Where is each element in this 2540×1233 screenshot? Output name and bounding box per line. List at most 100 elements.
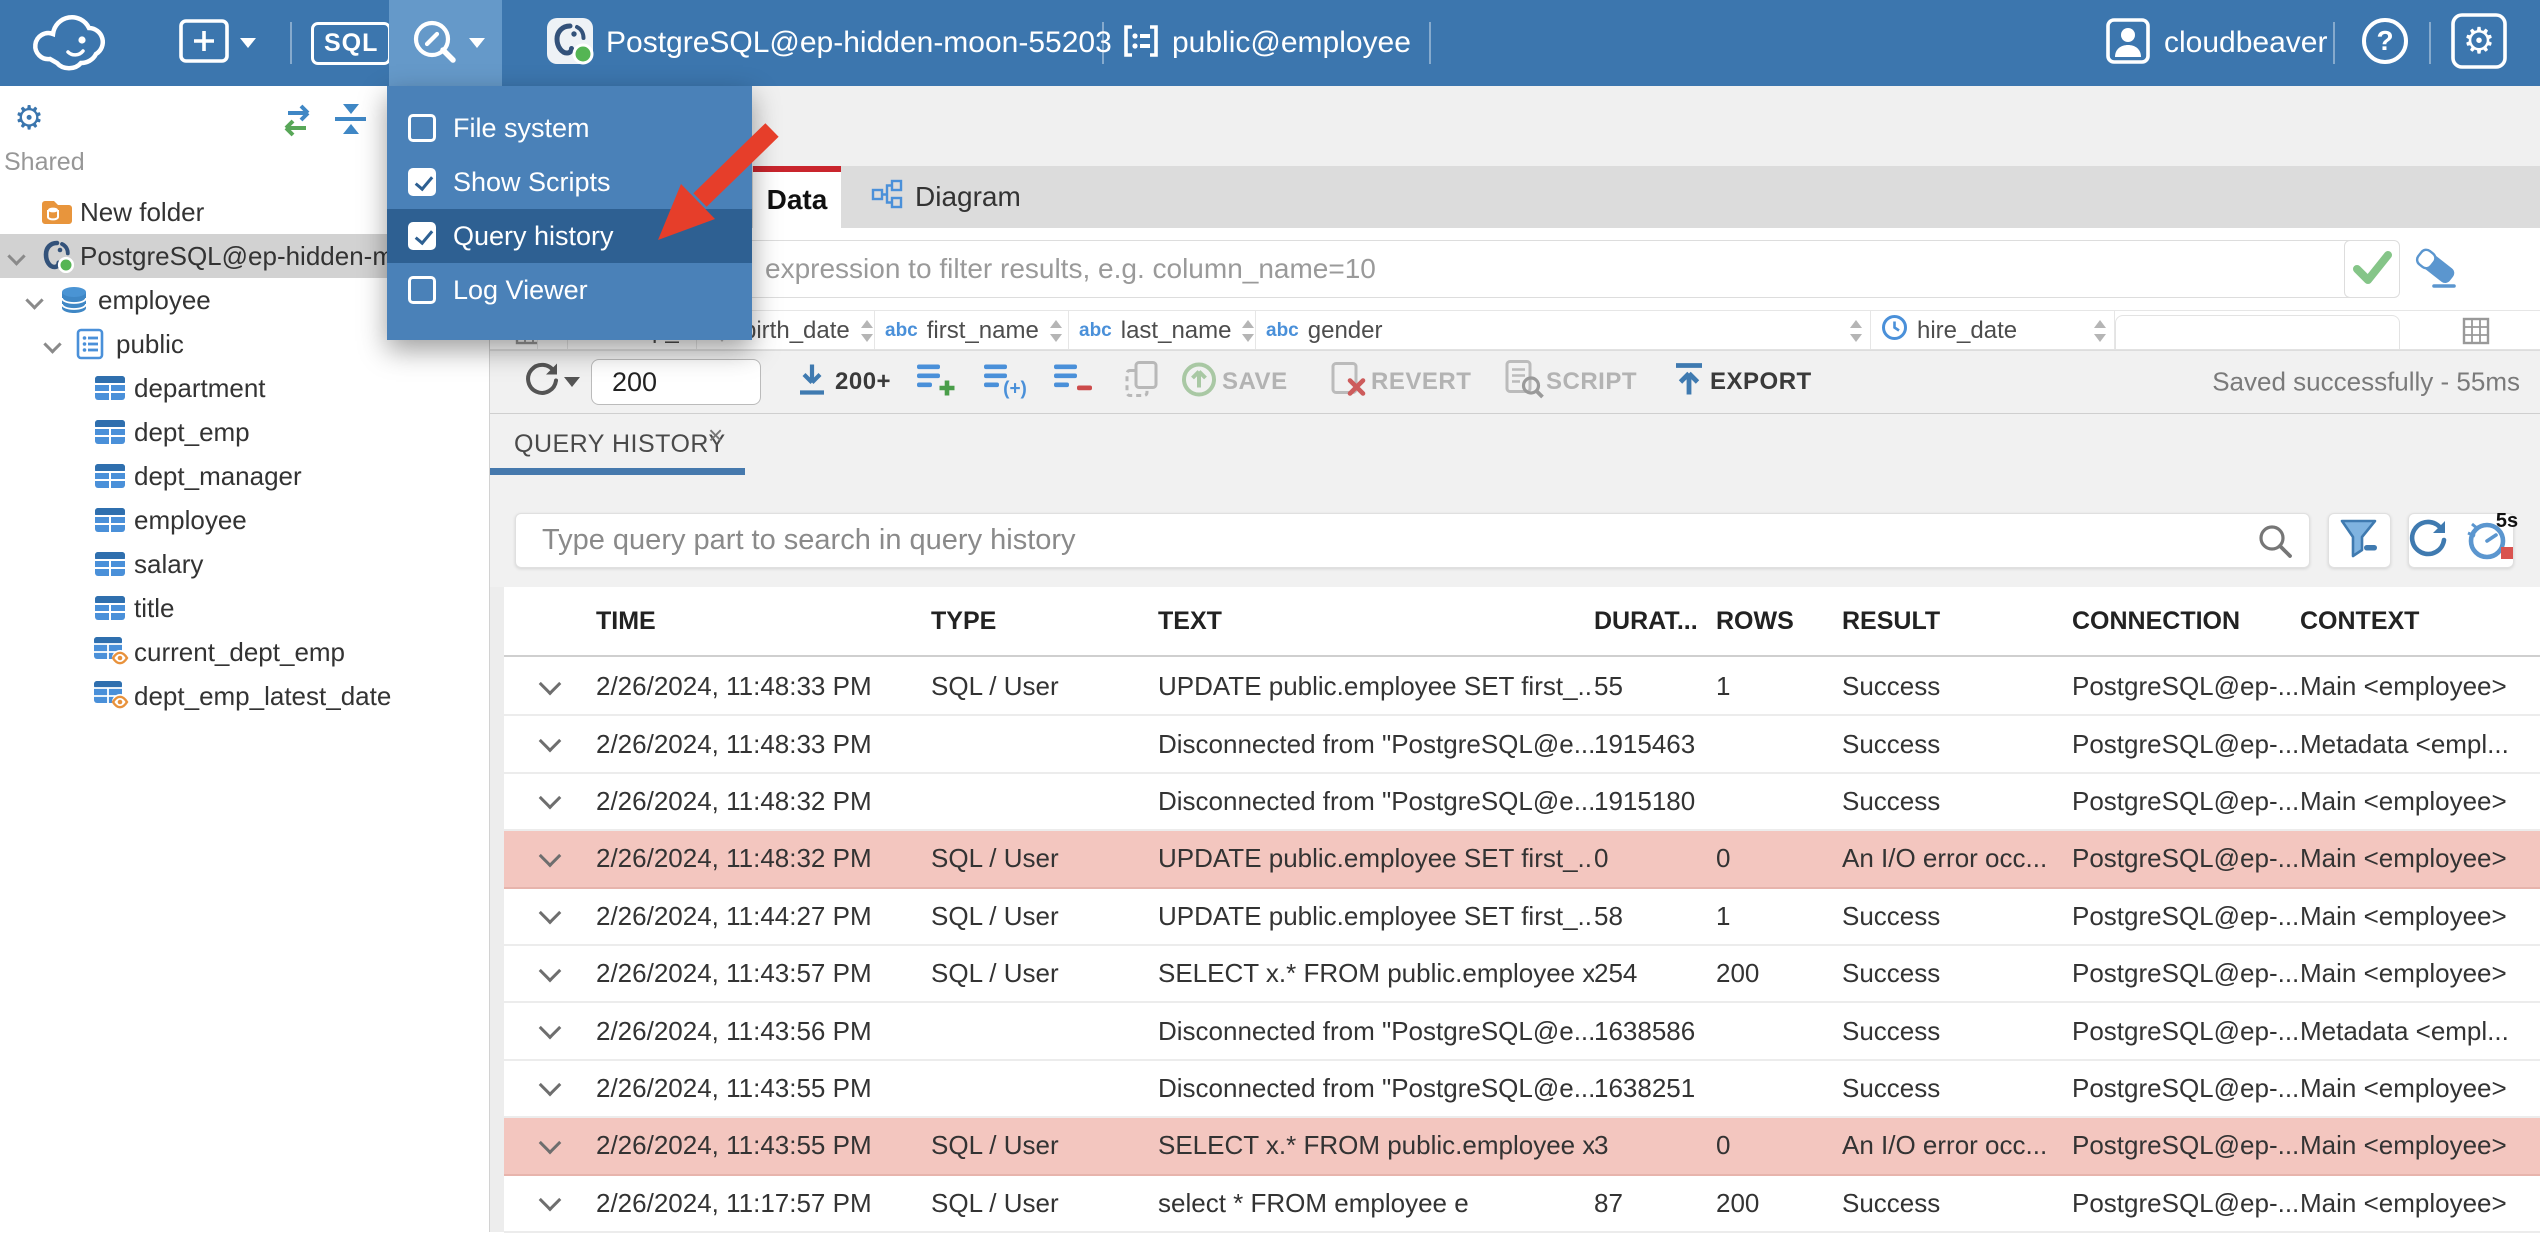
fetch-more-button[interactable] [794, 362, 830, 403]
database-icon [58, 284, 90, 316]
row-limit-input[interactable] [591, 359, 761, 405]
query-history-row[interactable]: 2/26/2024, 11:43:56 PMDisconnected from … [504, 1003, 2540, 1060]
sidebar-settings-button[interactable]: ⚙ [10, 98, 48, 141]
query-history-row[interactable]: 2/26/2024, 11:48:32 PMSQL / UserUPDATE p… [504, 831, 2540, 888]
sidebar-sync-button[interactable] [276, 102, 318, 143]
script-button[interactable] [1503, 359, 1545, 406]
column-header-rows[interactable]: ROWS [1716, 607, 1842, 636]
row-expander-chevron-icon[interactable] [504, 969, 596, 979]
tree-item-label: public [116, 329, 184, 360]
row-expander-chevron-icon[interactable] [504, 739, 596, 749]
query-history-row[interactable]: 2/26/2024, 11:43:55 PMSQL / UserSELECT x… [504, 1118, 2540, 1175]
checkbox-icon[interactable] [408, 114, 436, 142]
sort-icon[interactable] [2092, 317, 2108, 345]
connection-selector[interactable]: PostgreSQL@ep-hidden-moon-55203 [606, 0, 1112, 86]
export-button[interactable] [1671, 361, 1707, 404]
sidebar-item-title[interactable]: title [0, 586, 489, 630]
sort-icon[interactable] [1240, 317, 1256, 345]
tab-diagram[interactable]: Diagram [841, 166, 1051, 228]
column-header-context[interactable]: CONTEXT [2300, 607, 2540, 636]
cell-duration: 1915463 [1594, 729, 1716, 760]
grid-column-gender[interactable]: abcgender [1256, 311, 1871, 350]
auto-refresh-timer-icon[interactable]: 5s [2462, 512, 2518, 569]
grid-column-hire_date[interactable]: hire_date [1871, 311, 2115, 350]
sql-editor-button[interactable]: SQL [311, 0, 391, 86]
refresh-button[interactable] [518, 357, 564, 408]
apply-filter-button[interactable] [2344, 240, 2400, 298]
query-history-row[interactable]: 2/26/2024, 11:48:33 PMDisconnected from … [504, 716, 2540, 773]
row-expander-chevron-icon[interactable] [504, 854, 596, 864]
gear-icon: ⚙ [2451, 13, 2507, 74]
delete-row-button[interactable] [1052, 361, 1094, 404]
query-history-search-input[interactable] [515, 513, 2310, 568]
query-history-row[interactable]: 2/26/2024, 11:17:57 PMSQL / Userselect *… [504, 1176, 2540, 1233]
schema-selector[interactable]: public@employee [1172, 0, 1411, 86]
user-menu[interactable]: cloudbeaver [2106, 0, 2327, 86]
grid-column-first_name[interactable]: abcfirst_name [875, 311, 1069, 350]
expand-chevron-icon[interactable] [43, 335, 61, 353]
menu-item-query-history[interactable]: Query history [387, 209, 752, 263]
grid-settings-icon[interactable] [2452, 311, 2496, 350]
column-header-result[interactable]: RESULT [1842, 607, 2072, 636]
menu-item-file-system[interactable]: File system [387, 101, 752, 155]
filter-expression-input[interactable] [500, 240, 2395, 298]
row-expander-chevron-icon[interactable] [504, 1198, 596, 1208]
row-expander-chevron-icon[interactable] [504, 796, 596, 806]
sidebar-item-current-dept-emp[interactable]: current_dept_emp [0, 630, 489, 674]
save-button[interactable] [1179, 360, 1219, 405]
tools-menu-button[interactable] [389, 0, 502, 86]
help-button[interactable]: ? [2360, 0, 2410, 86]
query-history-row[interactable]: 2/26/2024, 11:48:33 PMSQL / UserUPDATE p… [504, 659, 2540, 716]
svg-text:⚙: ⚙ [2463, 21, 2495, 62]
row-expander-chevron-icon[interactable] [504, 682, 596, 692]
tab-data[interactable]: Data [753, 166, 841, 228]
cell-result: An I/O error occ... [1842, 843, 2072, 874]
cell-context: Metadata <empl... [2300, 1016, 2540, 1047]
history-refresh-button[interactable]: 5s [2408, 513, 2514, 568]
row-expander-chevron-icon[interactable] [504, 911, 596, 921]
sidebar-item-department[interactable]: department [0, 366, 489, 410]
column-header-type[interactable]: TYPE [931, 607, 1158, 636]
clear-filter-button[interactable] [2412, 248, 2460, 295]
cloudbeaver-logo-icon[interactable] [24, 0, 122, 86]
sidebar-item-dept-manager[interactable]: dept_manager [0, 454, 489, 498]
menu-item-show-scripts[interactable]: Show Scripts [387, 155, 752, 209]
refresh-options-chevron-icon[interactable] [564, 377, 580, 387]
duplicate-row-button[interactable]: (+) [982, 361, 1026, 404]
close-icon[interactable]: × [708, 420, 723, 451]
row-expander-chevron-icon[interactable] [504, 1083, 596, 1093]
expand-chevron-icon[interactable] [7, 247, 25, 265]
column-header-connection[interactable]: CONNECTION [2072, 607, 2300, 636]
sidebar-collapse-button[interactable] [330, 101, 370, 142]
sidebar-item-dept-emp-latest-date[interactable]: dept_emp_latest_date [0, 674, 489, 718]
add-row-button[interactable] [915, 361, 957, 404]
sort-icon[interactable] [1848, 317, 1864, 345]
checkbox-icon[interactable] [408, 168, 436, 196]
copy-button[interactable] [1123, 360, 1161, 405]
grid-column-last_name[interactable]: abclast_name [1069, 311, 1256, 350]
sidebar-item-dept-emp[interactable]: dept_emp [0, 410, 489, 454]
sort-icon[interactable] [1048, 317, 1064, 345]
column-header-text[interactable]: TEXT [1158, 607, 1594, 636]
settings-button[interactable]: ⚙ [2451, 0, 2507, 86]
fetch-more-label[interactable]: 200+ [835, 368, 891, 396]
query-history-row[interactable]: 2/26/2024, 11:48:32 PMDisconnected from … [504, 774, 2540, 831]
query-history-row[interactable]: 2/26/2024, 11:43:55 PMDisconnected from … [504, 1061, 2540, 1118]
expand-chevron-icon[interactable] [25, 291, 43, 309]
new-connection-button[interactable] [178, 0, 256, 86]
column-header-time[interactable]: TIME [596, 607, 931, 636]
query-history-tab[interactable]: QUERY HISTORY [514, 430, 726, 459]
checkbox-icon[interactable] [408, 276, 436, 304]
row-expander-chevron-icon[interactable] [504, 1141, 596, 1151]
sidebar-item-salary[interactable]: salary [0, 542, 489, 586]
query-history-row[interactable]: 2/26/2024, 11:43:57 PMSQL / UserSELECT x… [504, 946, 2540, 1003]
sidebar-item-employee[interactable]: employee [0, 498, 489, 542]
menu-item-log-viewer[interactable]: Log Viewer [387, 263, 752, 317]
history-filter-button[interactable] [2328, 513, 2391, 568]
revert-button[interactable] [1328, 360, 1370, 405]
sort-icon[interactable] [859, 317, 875, 345]
query-history-row[interactable]: 2/26/2024, 11:44:27 PMSQL / UserUPDATE p… [504, 889, 2540, 946]
checkbox-icon[interactable] [408, 222, 436, 250]
column-header-durat[interactable]: DURAT... [1594, 607, 1716, 636]
row-expander-chevron-icon[interactable] [504, 1026, 596, 1036]
